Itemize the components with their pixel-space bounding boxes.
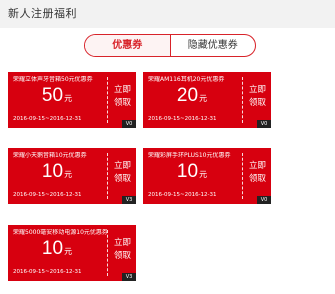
claim-button[interactable]: 立即 领取 [109, 84, 136, 110]
coupon-version-badge: V3 [122, 196, 136, 204]
coupon-unit: 元 [64, 170, 73, 179]
coupon-divider [107, 77, 108, 123]
claim-label-2: 领取 [113, 98, 131, 108]
coupon-version-badge: V0 [122, 120, 136, 128]
claim-label-2: 领取 [113, 174, 131, 184]
page-title: 新人注册福利 [8, 7, 77, 20]
coupon-value: 10 [176, 161, 199, 182]
coupon-unit: 元 [64, 94, 73, 103]
coupon-value: 20 [176, 85, 199, 106]
tab-coupons[interactable]: 优惠券 [85, 35, 170, 56]
claim-button[interactable]: 立即 领取 [109, 160, 136, 186]
coupon-version-badge: V3 [122, 273, 136, 281]
claim-button[interactable]: 立即 领取 [244, 160, 271, 186]
claim-label-1: 立即 [113, 238, 131, 248]
coupon-amount: 50元 [8, 85, 106, 110]
coupon-name: 荣耀立体声牙音箱50元优惠券 [13, 76, 93, 83]
coupon-date: 2016-09-15~2016-12-31 [13, 116, 82, 122]
coupon-unit: 元 [64, 247, 73, 256]
claim-label-1: 立即 [113, 161, 131, 171]
coupon-amount: 10元 [8, 161, 106, 186]
coupon-name: 荣耀AM116耳机20元优惠券 [148, 76, 225, 83]
coupon-card[interactable]: 荣耀5000毫安移动电源10元优惠券 10元 2016-09-15~2016-1… [8, 225, 136, 281]
coupon-name: 荣耀小天鹅音箱10元优惠券 [13, 152, 87, 159]
coupon-date: 2016-09-15~2016-12-31 [13, 192, 82, 198]
tab-hidden-coupons[interactable]: 隐藏优惠券 [169, 35, 256, 56]
claim-label-2: 领取 [113, 251, 131, 261]
coupon-date: 2016-09-15~2016-12-31 [13, 269, 82, 275]
coupon-divider [107, 230, 108, 276]
coupon-tabs: 优惠券 隐藏优惠券 [84, 34, 256, 57]
coupon-divider [242, 153, 243, 199]
claim-label-1: 立即 [113, 85, 131, 95]
claim-button[interactable]: 立即 领取 [244, 84, 271, 110]
coupon-amount: 10元 [8, 238, 106, 263]
coupon-card[interactable]: 荣耀AM116耳机20元优惠券 20元 2016-09-15~2016-12-3… [143, 72, 271, 128]
coupon-divider [242, 77, 243, 123]
coupon-amount: 20元 [143, 85, 241, 110]
coupon-version-badge: V0 [257, 196, 271, 204]
coupon-date: 2016-09-15~2016-12-31 [148, 192, 217, 198]
coupon-version-badge: V0 [257, 120, 271, 128]
coupon-amount: 10元 [143, 161, 241, 186]
claim-label-1: 立即 [248, 85, 266, 95]
coupon-card[interactable]: 荣耀立体声牙音箱50元优惠券 50元 2016-09-15~2016-12-31… [8, 72, 136, 128]
claim-label-1: 立即 [248, 161, 266, 171]
coupon-value: 10 [41, 238, 64, 259]
coupon-divider [107, 153, 108, 199]
coupon-name: 荣耀彩屏手环PLUS10元优惠券 [148, 152, 231, 159]
coupon-value: 50 [41, 85, 64, 106]
claim-button[interactable]: 立即 领取 [109, 237, 136, 263]
coupon-name: 荣耀5000毫安移动电源10元优惠券 [13, 229, 108, 236]
claim-label-2: 领取 [248, 98, 266, 108]
coupon-value: 10 [41, 161, 64, 182]
coupon-unit: 元 [199, 170, 208, 179]
claim-label-2: 领取 [248, 174, 266, 184]
coupon-card[interactable]: 荣耀小天鹅音箱10元优惠券 10元 2016-09-15~2016-12-31 … [8, 148, 136, 204]
coupon-date: 2016-09-15~2016-12-31 [148, 116, 217, 122]
coupon-unit: 元 [199, 94, 208, 103]
page-header: 新人注册福利 [0, 0, 335, 28]
coupon-card[interactable]: 荣耀彩屏手环PLUS10元优惠券 10元 2016-09-15~2016-12-… [143, 148, 271, 204]
